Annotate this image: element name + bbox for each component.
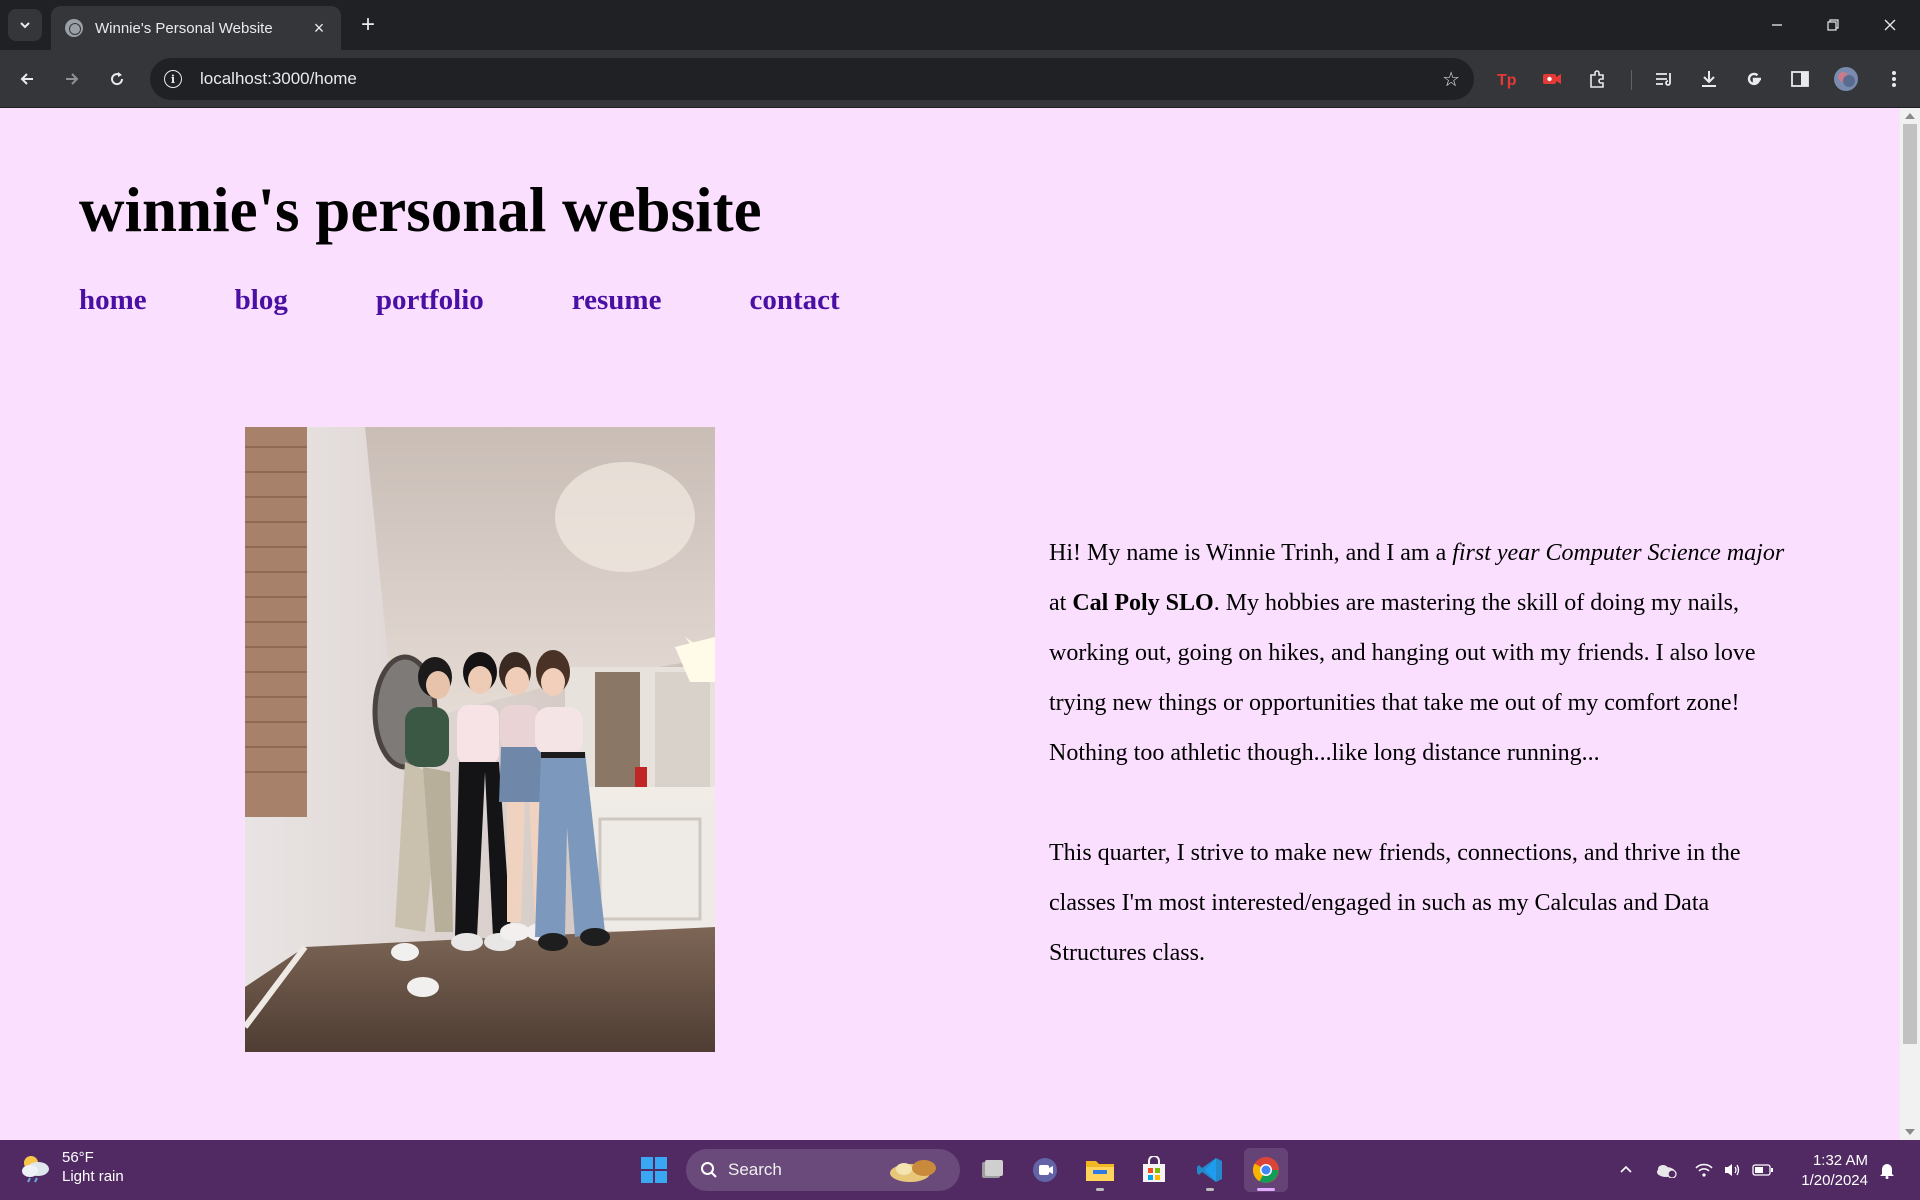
bio-major: first year Computer Science major xyxy=(1452,540,1785,566)
running-indicator xyxy=(1206,1188,1214,1191)
svg-text:Tp: Tp xyxy=(1497,72,1517,89)
microsoft-store-app[interactable] xyxy=(1132,1148,1176,1192)
running-indicator xyxy=(1096,1188,1104,1191)
task-view-icon xyxy=(982,1160,1003,1178)
cloud-sync-icon xyxy=(1657,1165,1677,1178)
file-explorer-app[interactable] xyxy=(1078,1148,1122,1192)
tab-strip: Winnie's Personal Website × + xyxy=(0,0,1920,50)
nav-link-portfolio[interactable]: portfolio xyxy=(376,284,484,317)
browser-toolbar: i localhost:3000/home ☆ Tp xyxy=(0,50,1920,108)
clock-time: 1:32 AM xyxy=(1812,1152,1868,1169)
address-bar[interactable]: i localhost:3000/home ☆ xyxy=(150,58,1474,100)
reload-icon xyxy=(111,72,124,86)
battery-tray[interactable] xyxy=(1750,1140,1776,1200)
page-scrollbar[interactable] xyxy=(1900,108,1920,1140)
wifi-tray[interactable] xyxy=(1692,1140,1716,1200)
side-panel-icon[interactable] xyxy=(1784,63,1816,95)
search-icon xyxy=(701,1162,717,1178)
scroll-up-arrow-icon[interactable] xyxy=(1905,113,1915,119)
scroll-down-arrow-icon[interactable] xyxy=(1905,1129,1915,1135)
search-highlight-icon xyxy=(890,1160,936,1182)
bio-school: Cal Poly SLO xyxy=(1072,590,1214,616)
reload-button[interactable] xyxy=(101,63,133,95)
taskbar: 56°F Light rain Search 1:32 AM 1/20/2024 xyxy=(0,1140,1920,1200)
extension-record-icon[interactable] xyxy=(1536,63,1568,95)
tab-title: Winnie's Personal Website xyxy=(95,19,273,37)
google-icon[interactable] xyxy=(1738,63,1770,95)
volume-tray[interactable] xyxy=(1720,1140,1744,1200)
bio-at: at xyxy=(1049,590,1073,616)
bio-intro: Hi! My name is Winnie Trinh, and I am a xyxy=(1049,540,1453,566)
active-indicator xyxy=(1257,1188,1275,1191)
start-button[interactable] xyxy=(632,1148,676,1192)
notifications-button[interactable] xyxy=(1874,1140,1900,1200)
close-tab-icon[interactable]: × xyxy=(309,18,329,39)
toolbar-divider xyxy=(1631,70,1632,90)
store-icon xyxy=(1143,1156,1165,1182)
tab-search-button[interactable] xyxy=(8,9,42,41)
globe-icon xyxy=(65,19,83,37)
chat-icon xyxy=(1033,1158,1057,1182)
bookmark-star-icon[interactable]: ☆ xyxy=(1442,67,1460,92)
close-window-button[interactable] xyxy=(1862,0,1918,50)
chevron-up-icon xyxy=(1620,1165,1632,1173)
bell-icon xyxy=(1880,1164,1894,1179)
back-button[interactable] xyxy=(11,63,43,95)
teams-app[interactable] xyxy=(1023,1148,1067,1192)
close-icon xyxy=(1884,19,1896,31)
profile-avatar[interactable] xyxy=(1830,63,1862,95)
site-nav: home blog portfolio resume contact xyxy=(79,284,840,317)
folder-icon xyxy=(1086,1161,1114,1181)
weather-condition: Light rain xyxy=(62,1168,124,1185)
nav-link-resume[interactable]: resume xyxy=(572,284,662,317)
chrome-icon xyxy=(1252,1157,1279,1183)
restore-icon xyxy=(1827,19,1839,31)
cloud-rain-icon xyxy=(22,1156,49,1183)
forward-button[interactable] xyxy=(56,63,88,95)
clock-date: 1/20/2024 xyxy=(1801,1172,1868,1189)
profile-photo xyxy=(245,427,715,1052)
nav-link-contact[interactable]: contact xyxy=(749,284,839,317)
taskbar-search[interactable]: Search xyxy=(686,1149,960,1191)
battery-icon xyxy=(1752,1164,1773,1176)
arrow-left-icon xyxy=(20,73,33,85)
bio-hobbies: . My hobbies are mastering the skill of … xyxy=(1049,590,1756,766)
weather-widget[interactable]: 56°F Light rain xyxy=(18,1148,124,1186)
nav-link-blog[interactable]: blog xyxy=(235,284,288,317)
url-text[interactable]: localhost:3000/home xyxy=(200,69,1442,89)
vscode-app[interactable] xyxy=(1188,1148,1232,1192)
download-icon[interactable] xyxy=(1693,63,1725,95)
new-tab-button[interactable]: + xyxy=(353,10,383,40)
bio-paragraph-1: Hi! My name is Winnie Trinh, and I am a … xyxy=(1049,528,1789,778)
media-queue-icon[interactable] xyxy=(1648,63,1680,95)
wifi-icon xyxy=(1695,1163,1713,1177)
minimize-icon xyxy=(1772,24,1782,26)
site-title: winnie's personal website xyxy=(79,175,762,245)
extension-tp-icon[interactable]: Tp xyxy=(1491,63,1523,95)
bio-text: Hi! My name is Winnie Trinh, and I am a … xyxy=(1049,528,1789,978)
arrow-right-icon xyxy=(66,73,79,85)
minimize-button[interactable] xyxy=(1749,0,1805,50)
chevron-down-icon xyxy=(20,22,30,29)
group-photo-illustration xyxy=(245,427,715,1052)
weather-temp: 56°F xyxy=(62,1149,94,1166)
bio-paragraph-2: This quarter, I strive to make new frien… xyxy=(1049,840,1741,966)
taskbar-clock[interactable]: 1:32 AM 1/20/2024 xyxy=(1790,1151,1868,1191)
site-info-icon[interactable]: i xyxy=(164,70,182,88)
search-label: Search xyxy=(728,1160,782,1179)
onedrive-tray[interactable] xyxy=(1652,1140,1680,1200)
speaker-icon xyxy=(1725,1164,1740,1176)
chrome-app[interactable] xyxy=(1244,1148,1288,1192)
browser-tab[interactable]: Winnie's Personal Website × xyxy=(51,6,341,50)
windows-logo-icon xyxy=(641,1157,667,1183)
scroll-thumb[interactable] xyxy=(1903,124,1917,1044)
vscode-icon xyxy=(1197,1158,1222,1182)
tray-overflow-button[interactable] xyxy=(1612,1140,1640,1200)
task-view-button[interactable] xyxy=(970,1148,1014,1192)
nav-link-home[interactable]: home xyxy=(79,284,147,317)
more-menu-icon[interactable] xyxy=(1878,63,1910,95)
extensions-puzzle-icon[interactable] xyxy=(1581,63,1613,95)
restore-button[interactable] xyxy=(1805,0,1861,50)
page-viewport: winnie's personal website home blog port… xyxy=(0,108,1920,1140)
